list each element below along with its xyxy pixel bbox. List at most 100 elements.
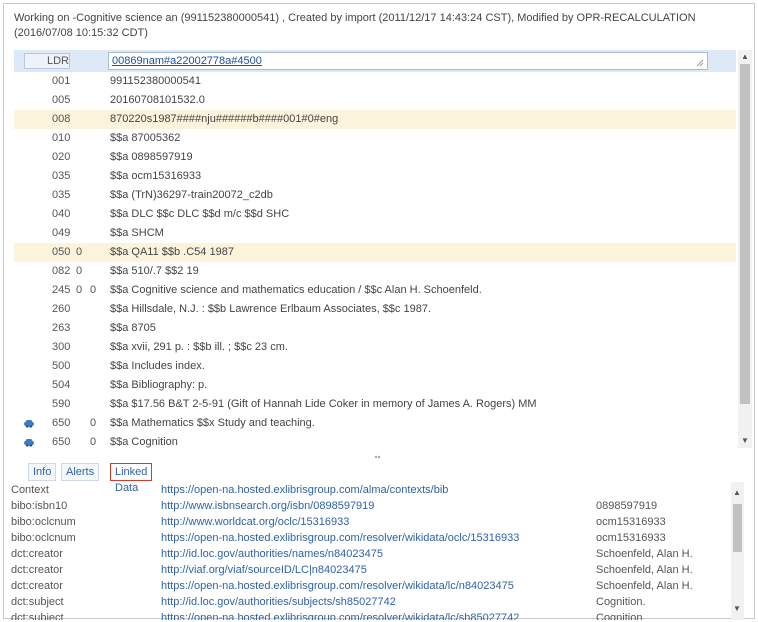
marc-field-row[interactable]: 035 $$a ocm15316933 [14,167,736,186]
field-tag: 082 [52,265,71,277]
linked-data-panel: Context https://open-na.hosted.exlibrisgr… [9,482,744,620]
linked-data-value: Cognition. [596,612,646,620]
linked-data-uri-link[interactable]: http://viaf.org/viaf/sourceID/LC|n840234… [161,562,367,578]
linked-data-property: bibo:isbn10 [11,500,68,512]
field-tag: 650 [52,436,71,448]
linked-data-property: Context [11,484,49,496]
field-value: $$a 8705 [110,322,156,334]
linked-data-uri-link[interactable]: http://www.isbnsearch.org/isbn/089859791… [161,498,374,514]
marc-field-row[interactable]: 020 $$a 0898597919 [14,148,736,167]
linked-data-property: dct:creator [11,580,63,592]
marc-field-row[interactable]: 050 0 $$a QA11 $$b .C54 1987 [14,243,736,262]
record-header: Working on -Cognitive science an (991152… [14,12,696,39]
marc-field-list: LDR 00869nam#a22002778a#4500 001 99115238… [14,50,736,452]
linked-data-property: dct:subject [11,596,64,608]
linked-data-list: Context https://open-na.hosted.exlibrisgr… [9,482,744,620]
ldr-tag[interactable]: LDR [24,53,70,69]
marc-field-row[interactable]: 300 $$a xvii, 291 p. : $$b ill. ; $$c 23 … [14,338,736,357]
marc-field-row[interactable]: 035 $$a (TrN)36297-train20072_c2db [14,186,736,205]
linked-data-row: dct:subject https://open-na.hosted.exlibr… [9,610,744,620]
marc-field-row[interactable]: 260 $$a Hillsdale, N.J. : $$b Lawrence Er… [14,300,736,319]
field-tag: 008 [52,113,71,125]
linked-data-uri-link[interactable]: https://open-na.hosted.exlibrisgroup.com… [161,610,519,620]
field-value: $$a 87005362 [110,132,181,144]
field-tag: 020 [52,151,71,163]
marc-field-row[interactable]: 500 $$a Includes index. [14,357,736,376]
linked-data-value: Schoenfeld, Alan H. [596,580,693,592]
marc-field-row[interactable]: 001 991152380000541 [14,72,736,91]
field-value: $$a $17.56 B&T 2-5-91 (Gift of Hannah Li… [110,398,537,410]
linked-data-value: ocm15316933 [596,516,666,528]
field-tag: 049 [52,227,71,239]
linked-data-uri-link[interactable]: https://open-na.hosted.exlibrisgroup.com… [161,530,519,546]
linked-data-uri-link[interactable]: http://id.loc.gov/authorities/subjects/s… [161,594,396,610]
marc-field-row[interactable]: 590 $$a $17.56 B&T 2-5-91 (Gift of Hannah… [14,395,736,414]
ldr-value: 00869nam#a22002778a#4500 [112,55,262,67]
linked-data-uri-link[interactable]: http://www.worldcat.org/oclc/15316933 [161,514,349,530]
marc-field-row[interactable]: 245 0 0 $$a Cognitive science and mathemati… [14,281,736,300]
linked-data-value: Schoenfeld, Alan H. [596,548,693,560]
scroll-up-arrow-icon[interactable]: ▲ [739,52,751,61]
linked-data-row: dct:creator http://viaf.org/viaf/sourceID… [9,562,744,578]
field-tag: 590 [52,398,71,410]
linked-data-row: dct:subject http://id.loc.gov/authorities… [9,594,744,610]
field-indicator-1: 0 [76,246,83,258]
marc-field-row[interactable]: 082 0 $$a 510/.7 $$2 19 [14,262,736,281]
field-value: 991152380000541 [110,75,201,87]
linked-data-row: bibo:oclcnum http://www.worldcat.org/oclc… [9,514,744,530]
field-indicator-2: 0 [90,284,97,296]
linked-data-scrollbar-thumb[interactable] [733,504,742,552]
linked-data-row: bibo:oclcnum https://open-na.hosted.exlib… [9,530,744,546]
editor-scrollbar-thumb[interactable] [740,64,750,404]
ldr-row[interactable]: LDR 00869nam#a22002778a#4500 [14,50,736,72]
marc-field-row[interactable]: 008 870220s1987####nju######b####001#0#en… [14,110,736,129]
pane-resize-handle[interactable] [4,452,744,460]
tab-info[interactable]: Info [28,463,57,481]
field-indicator-1: 0 [76,265,83,277]
linked-data-property: bibo:oclcnum [11,532,76,544]
link-icon[interactable] [23,414,35,433]
field-tag: 010 [52,132,71,144]
linked-data-property: bibo:oclcnum [11,516,76,528]
field-tag: 300 [52,341,71,353]
marc-field-row[interactable]: 650 0 $$a Cognition [14,433,736,452]
marc-field-row[interactable]: 010 $$a 87005362 [14,129,736,148]
resize-grip-icon[interactable] [696,59,704,67]
drag-handle-icon[interactable] [4,453,744,461]
field-value: $$a xvii, 291 p. : $$b ill. ; $$c 23 cm. [110,341,288,353]
linked-data-uri-link[interactable]: https://open-na.hosted.exlibrisgroup.com… [161,578,514,594]
linked-data-uri-link[interactable]: https://open-na.hosted.exlibrisgroup.com… [161,482,448,498]
linked-data-uri-link[interactable]: http://id.loc.gov/authorities/names/n840… [161,546,383,562]
field-tag: 650 [52,417,71,429]
ldr-value-input[interactable]: 00869nam#a22002778a#4500 [108,52,708,70]
ld-scroll-up-arrow-icon[interactable]: ▲ [731,488,743,497]
editor-scrollbar[interactable]: ▲ ▼ [738,50,752,448]
field-indicator-2: 0 [90,436,97,448]
linked-data-value: 0898597919 [596,500,658,512]
field-tag: 040 [52,208,71,220]
field-tag: 035 [52,170,71,182]
marc-field-row[interactable]: 650 0 $$a Mathematics $$x Study and teachi… [14,414,736,433]
field-value: $$a (TrN)36297-train20072_c2db [110,189,273,201]
marc-field-row[interactable]: 263 $$a 8705 [14,319,736,338]
scroll-down-arrow-icon[interactable]: ▼ [739,436,751,445]
marc-field-row[interactable]: 005 20160708101532.0 [14,91,736,110]
field-tag: 504 [52,379,71,391]
field-value: 20160708101532.0 [110,94,205,106]
field-value: $$a DLC $$c DLC $$d m/c $$d SHC [110,208,290,220]
linked-data-scrollbar[interactable]: ▲ ▼ [731,482,744,620]
tab-linked-data[interactable]: Linked Data [110,463,153,494]
field-value: $$a Mathematics $$x Study and teaching. [110,417,315,429]
marc-field-row[interactable]: 504 $$a Bibliography: p. [14,376,736,395]
marc-field-row[interactable]: 049 $$a SHCM [14,224,736,243]
tab-alerts[interactable]: Alerts [61,463,100,481]
link-icon[interactable] [23,433,35,452]
marc-field-row[interactable]: 040 $$a DLC $$c DLC $$d m/c $$d SHC [14,205,736,224]
ld-scroll-down-arrow-icon[interactable]: ▼ [731,604,743,613]
field-value: $$a 510/.7 $$2 19 [110,265,199,277]
field-value: $$a Bibliography: p. [110,379,208,391]
field-tag: 263 [52,322,71,334]
field-tag: 005 [52,94,71,106]
linked-data-value: Schoenfeld, Alan H. [596,564,693,576]
linked-data-property: dct:subject [11,612,64,620]
